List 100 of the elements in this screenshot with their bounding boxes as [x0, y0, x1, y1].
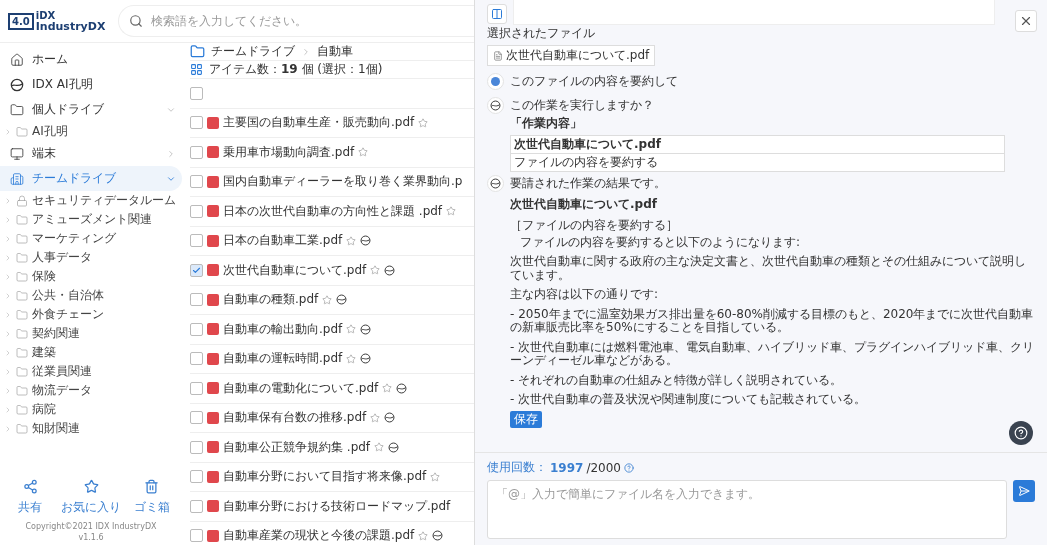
breadcrumb-item[interactable]: 自動車 — [317, 43, 353, 60]
caret-icon — [4, 348, 12, 357]
folder-item[interactable]: 物流データ — [0, 381, 182, 400]
save-button[interactable]: 保存 — [510, 411, 542, 429]
pdf-icon — [207, 352, 219, 365]
user-avatar — [487, 73, 504, 90]
file-name[interactable]: 主要国の自動車生産・販売動向.pdf — [223, 114, 415, 132]
folder-item[interactable]: 外食チェーン — [0, 305, 182, 324]
star-icon[interactable] — [370, 265, 381, 276]
help-button[interactable] — [1009, 421, 1033, 445]
file-name[interactable]: 次世代自動車について.pdf — [223, 261, 367, 279]
folder-item[interactable]: 保険 — [0, 267, 182, 286]
file-name[interactable]: 自動車分野において目指す将来像.pdf — [223, 468, 427, 486]
folder-item[interactable]: 人事データ — [0, 248, 182, 267]
star-icon[interactable] — [382, 383, 393, 394]
pdf-icon — [207, 500, 219, 513]
folder-item[interactable]: 契約関連 — [0, 324, 182, 343]
file-name[interactable]: 日本の次世代自動車の方向性と課題 .pdf — [223, 202, 443, 220]
star-icon[interactable] — [358, 147, 369, 158]
send-icon — [1018, 485, 1030, 497]
sidebar-item[interactable]: 端末 — [0, 141, 182, 166]
action-button[interactable]: ゴミ箱 — [121, 479, 182, 517]
star-icon[interactable] — [418, 117, 429, 128]
swirl-icon — [384, 412, 396, 424]
select-all-checkbox[interactable] — [190, 86, 203, 100]
checkbox[interactable] — [190, 322, 203, 336]
folder-item[interactable]: マーケティング — [0, 229, 182, 248]
building-icon — [10, 171, 24, 186]
folder-item[interactable]: 公共・自治体 — [0, 286, 182, 305]
file-name[interactable]: 国内自動車ディーラーを取り巻く業界動向.p — [223, 173, 463, 191]
swirl-icon — [360, 353, 372, 365]
checkbox[interactable] — [190, 145, 203, 159]
usage-label: 使用回数： — [487, 459, 547, 476]
file-name[interactable]: 自動車分野における技術ロードマップ.pdf — [223, 497, 451, 515]
checkbox[interactable] — [190, 529, 203, 543]
file-name[interactable]: 自動車の運転時間.pdf — [223, 350, 343, 368]
message-input[interactable]: 「@」入力で簡単にファイル名を入力できます。 — [487, 480, 1007, 539]
star-icon[interactable] — [322, 294, 333, 305]
checkbox[interactable] — [190, 352, 203, 366]
sidebar-item[interactable]: チームドライブ — [0, 166, 182, 191]
file-name[interactable]: 自動車の電動化について.pdf — [223, 379, 379, 397]
checkbox[interactable] — [190, 470, 203, 484]
action-button[interactable]: お気に入り — [60, 479, 122, 517]
star-icon[interactable] — [346, 324, 357, 335]
file-name[interactable]: 自動車の種類.pdf — [223, 291, 319, 309]
folder-item[interactable]: セキュリティデータルーム — [0, 191, 182, 210]
star-icon[interactable] — [370, 412, 381, 423]
folder-icon — [10, 102, 24, 117]
checkbox[interactable] — [190, 293, 203, 307]
file-name[interactable]: 乗用車市場動向調査.pdf — [223, 143, 355, 161]
message-text: このファイルの内容を要約して — [510, 73, 679, 90]
folder-item[interactable]: アミューズメント関連 — [0, 210, 182, 229]
breadcrumb-item[interactable]: チームドライブ — [211, 43, 295, 60]
folder-item[interactable]: 従業員関連 — [0, 362, 182, 381]
file-name[interactable]: 自動車産業の現状と今後の課題.pdf — [223, 527, 415, 545]
star-icon[interactable] — [430, 471, 441, 482]
folder-item[interactable]: 病院 — [0, 400, 182, 419]
swirl-icon — [384, 264, 396, 276]
star-icon[interactable] — [418, 530, 429, 541]
checkbox[interactable] — [190, 234, 203, 248]
checkbox[interactable] — [190, 175, 203, 189]
folder-item[interactable]: 知財関連 — [0, 419, 182, 438]
swirl-icon — [10, 77, 24, 92]
file-name[interactable]: 自動車公正競争規約集 .pdf — [223, 438, 371, 456]
folder-item[interactable]: AI孔明 — [0, 122, 182, 141]
checkbox[interactable] — [190, 440, 203, 454]
star-icon[interactable] — [346, 353, 357, 364]
sidebar-toggle-button[interactable] — [487, 4, 507, 24]
pdf-icon — [207, 529, 219, 542]
checkbox[interactable] — [190, 411, 203, 425]
close-button[interactable] — [1015, 10, 1037, 32]
summary-line: 次世代自動車に関する政府の主な決定文書と、次世代自動車の種類とその仕組みについて説明しています。 — [510, 255, 1027, 283]
checkbox[interactable] — [190, 263, 203, 277]
caret-icon — [4, 127, 12, 136]
star-icon[interactable] — [346, 235, 357, 246]
summary-line: ファイルの内容を要約すると以下のようになります: — [519, 236, 802, 250]
star-icon[interactable] — [374, 442, 385, 453]
sidebar-item[interactable]: ホーム — [0, 47, 182, 72]
item-count: アイテム数：19 個 (選択：1個) — [209, 61, 383, 78]
folder-item[interactable]: 建築 — [0, 343, 182, 362]
search-field[interactable]: 検索語を入力してください。 — [149, 10, 474, 32]
send-button[interactable] — [1013, 480, 1035, 502]
summary-line: - 次世代自動車の普及状況や関連制度についても記載されている。 — [510, 392, 868, 407]
checkbox[interactable] — [190, 204, 203, 218]
star-icon[interactable] — [446, 206, 457, 217]
file-name[interactable]: 日本の自動車工業.pdf — [223, 232, 343, 250]
home-icon — [10, 52, 24, 67]
sidebar-item[interactable]: 個人ドライブ — [0, 97, 182, 122]
sidebar-item[interactable]: IDX AI孔明 — [0, 72, 182, 97]
table-cell: ファイルの内容を要約する — [511, 153, 1004, 171]
action-button[interactable]: 共有 — [0, 479, 61, 517]
checkbox[interactable] — [190, 381, 203, 395]
message-heading: 「作業内容」 — [510, 115, 583, 132]
help-icon[interactable] — [624, 462, 634, 473]
checkbox[interactable] — [190, 499, 203, 513]
file-name: 次世代自動車について.pdf — [510, 196, 658, 213]
file-name[interactable]: 自動車の輸出動向.pdf — [223, 320, 343, 338]
file-name[interactable]: 自動車保有台数の推移.pdf — [223, 409, 367, 427]
checkbox[interactable] — [190, 116, 203, 130]
usage-count: 1997 — [550, 460, 584, 475]
